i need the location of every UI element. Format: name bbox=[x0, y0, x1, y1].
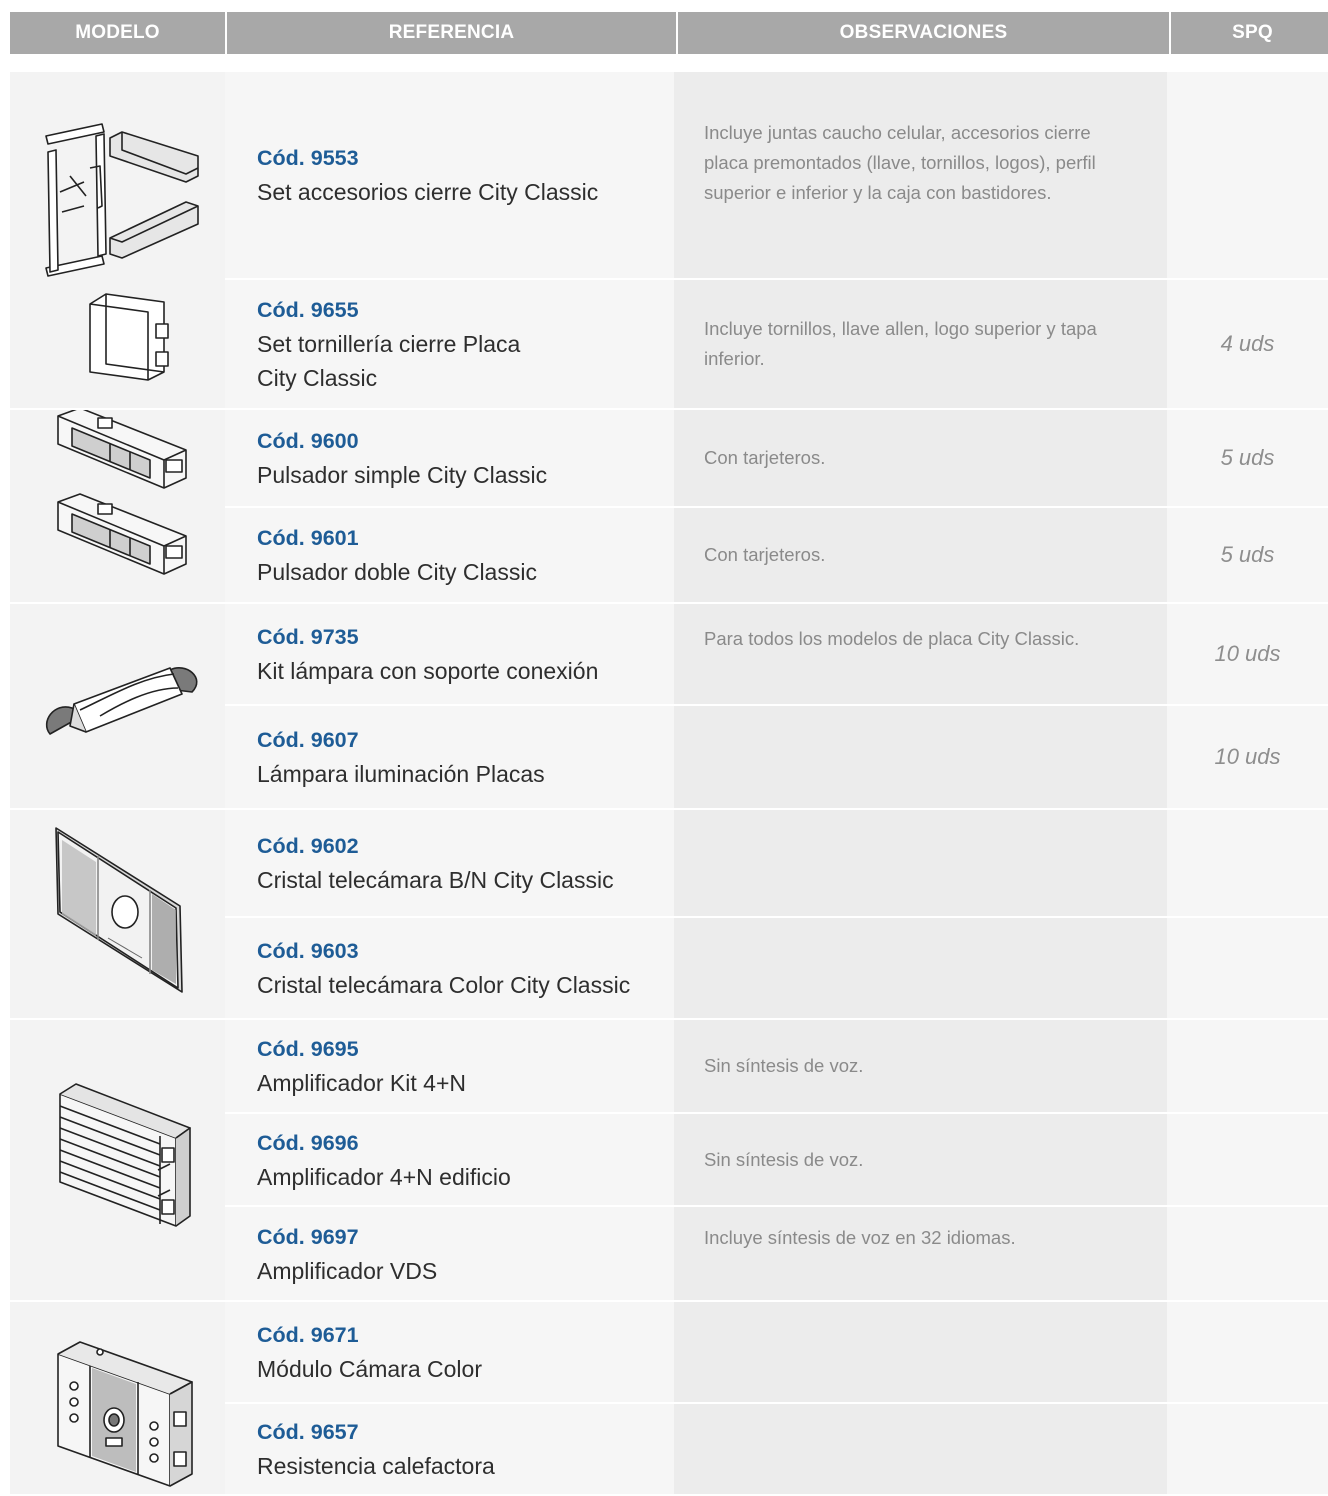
reference-cell: Cód. 9735 Kit lámpara con soporte conexió… bbox=[225, 604, 674, 706]
reference-cell: Cód. 9602 Cristal telecámara B/N City Cla… bbox=[225, 810, 674, 918]
reference-cell: Cód. 9601 Pulsador doble City Classic bbox=[225, 508, 674, 604]
product-description: Kit lámpara con soporte conexión bbox=[257, 658, 599, 684]
observation-cell: Incluye tornillos, llave allen, logo sup… bbox=[674, 280, 1167, 410]
reference-cell: Cód. 9607 Lámpara iluminación Placas bbox=[225, 706, 674, 810]
product-code: Cód. 9603 bbox=[257, 939, 359, 963]
reference-cell: Cód. 9696 Amplificador 4+N edificio bbox=[225, 1114, 674, 1207]
product-description: Amplificador 4+N edificio bbox=[257, 1163, 511, 1190]
product-description: Pulsador doble City Classic bbox=[257, 559, 537, 585]
observation-text: Sin síntesis de voz. bbox=[704, 1148, 864, 1170]
product-illustration bbox=[57, 410, 187, 575]
product-code: Cód. 9601 bbox=[257, 526, 359, 550]
spq-cell bbox=[1167, 1404, 1328, 1496]
header-referencia: REFERENCIA bbox=[227, 12, 676, 54]
product-code: Cód. 9696 bbox=[257, 1130, 359, 1155]
spq-value: 5 uds bbox=[1220, 445, 1275, 470]
product-description: Módulo Cámara Color bbox=[257, 1356, 482, 1382]
product-description: Pulsador simple City Classic bbox=[257, 462, 548, 488]
spq-cell bbox=[1167, 1207, 1328, 1302]
product-illustration bbox=[57, 1341, 193, 1487]
product-code: Cód. 9602 bbox=[257, 834, 359, 858]
product-code: Cód. 9695 bbox=[257, 1037, 359, 1061]
product-image-cell bbox=[10, 410, 225, 604]
product-illustration bbox=[45, 667, 198, 735]
table-header: MODELO REFERENCIA OBSERVACIONES SPQ bbox=[10, 12, 1328, 54]
product-image-cell bbox=[10, 72, 225, 410]
observation-text: Incluye síntesis de voz en 32 idiomas. bbox=[704, 1227, 1016, 1248]
observation-cell: Con tarjeteros. bbox=[674, 410, 1167, 508]
product-code: Cód. 9697 bbox=[257, 1224, 359, 1249]
observation-cell bbox=[674, 1302, 1167, 1404]
observation-cell: Con tarjeteros. bbox=[674, 508, 1167, 604]
product-illustration bbox=[59, 1083, 191, 1227]
product-code: Cód. 9657 bbox=[257, 1420, 359, 1444]
observation-cell: Sin síntesis de voz. bbox=[674, 1020, 1167, 1114]
reference-cell: Cód. 9695 Amplificador Kit 4+N bbox=[225, 1020, 674, 1114]
reference-cell: Cód. 9655 Set tornillería cierre Placa Ci… bbox=[225, 280, 674, 410]
product-image-cell bbox=[10, 1302, 225, 1496]
spq-cell bbox=[1167, 1114, 1328, 1207]
product-code: Cód. 9607 bbox=[257, 728, 359, 752]
spq-cell bbox=[1167, 1302, 1328, 1404]
product-description: Amplificador Kit 4+N bbox=[257, 1070, 466, 1096]
observation-cell bbox=[674, 810, 1167, 918]
spq-cell bbox=[1167, 918, 1328, 1020]
spq-cell: 4 uds bbox=[1167, 280, 1328, 410]
spq-value: 5 uds bbox=[1220, 542, 1275, 567]
reference-cell: Cód. 9671 Módulo Cámara Color bbox=[225, 1302, 674, 1404]
product-description: Cristal telecámara Color City Classic bbox=[257, 972, 631, 998]
reference-cell: Cód. 9603 Cristal telecámara Color City C… bbox=[225, 918, 674, 1020]
product-description: Set tornillería cierre Placa City Classi… bbox=[257, 331, 521, 391]
product-table: Cód. 9553 Set accesorios cierre City Clas… bbox=[10, 72, 1328, 1496]
spq-cell: 10 uds bbox=[1167, 604, 1328, 706]
reference-cell: Cód. 9553 Set accesorios cierre City Clas… bbox=[225, 72, 674, 280]
product-image-cell bbox=[10, 1020, 225, 1302]
header-observaciones: OBSERVACIONES bbox=[678, 12, 1169, 54]
observation-cell: Incluye juntas caucho celular, accesorio… bbox=[674, 72, 1167, 280]
observation-cell bbox=[674, 918, 1167, 1020]
product-code: Cód. 9671 bbox=[257, 1323, 359, 1347]
product-description: Lámpara iluminación Placas bbox=[257, 761, 545, 787]
product-image-cell bbox=[10, 604, 225, 810]
product-description: Set accesorios cierre City Classic bbox=[257, 179, 599, 205]
observation-cell: Sin síntesis de voz. bbox=[674, 1114, 1167, 1207]
spq-value: 10 uds bbox=[1214, 641, 1281, 666]
product-code: Cód. 9600 bbox=[257, 429, 359, 453]
product-description: Resistencia calefactora bbox=[257, 1453, 495, 1479]
product-illustration bbox=[45, 123, 199, 381]
product-code: Cód. 9553 bbox=[257, 146, 359, 170]
spq-cell: 10 uds bbox=[1167, 706, 1328, 810]
observation-cell: Incluye síntesis de voz en 32 idiomas. bbox=[674, 1207, 1167, 1302]
observation-text: Para todos los modelos de placa City Cla… bbox=[704, 628, 1080, 649]
product-description: Cristal telecámara B/N City Classic bbox=[257, 867, 614, 893]
spq-cell: 5 uds bbox=[1167, 410, 1328, 508]
observation-text: Sin síntesis de voz. bbox=[704, 1055, 864, 1076]
product-illustration bbox=[55, 827, 183, 993]
product-code: Cód. 9655 bbox=[257, 298, 359, 322]
spq-value: 4 uds bbox=[1220, 331, 1275, 356]
spq-cell: 5 uds bbox=[1167, 508, 1328, 604]
observation-cell bbox=[674, 706, 1167, 810]
observation-cell bbox=[674, 1404, 1167, 1496]
spq-cell bbox=[1167, 72, 1328, 280]
reference-cell: Cód. 9600 Pulsador simple City Classic bbox=[225, 410, 674, 508]
observation-text: Incluye tornillos, llave allen, logo sup… bbox=[704, 318, 1097, 369]
spq-value: 10 uds bbox=[1214, 744, 1281, 769]
observation-text: Con tarjeteros. bbox=[704, 544, 826, 565]
observation-text: Incluye juntas caucho celular, accesorio… bbox=[704, 122, 1096, 203]
header-spq: SPQ bbox=[1171, 12, 1328, 54]
header-modelo: MODELO bbox=[10, 12, 225, 54]
observation-cell: Para todos los modelos de placa City Cla… bbox=[674, 604, 1167, 706]
observation-text: Con tarjeteros. bbox=[704, 447, 826, 468]
spq-cell bbox=[1167, 810, 1328, 918]
spq-cell bbox=[1167, 1020, 1328, 1114]
product-description: Amplificador VDS bbox=[257, 1257, 438, 1284]
reference-cell: Cód. 9657 Resistencia calefactora bbox=[225, 1404, 674, 1496]
product-code: Cód. 9735 bbox=[257, 625, 359, 649]
reference-cell: Cód. 9697 Amplificador VDS bbox=[225, 1207, 674, 1302]
product-image-cell bbox=[10, 810, 225, 1020]
